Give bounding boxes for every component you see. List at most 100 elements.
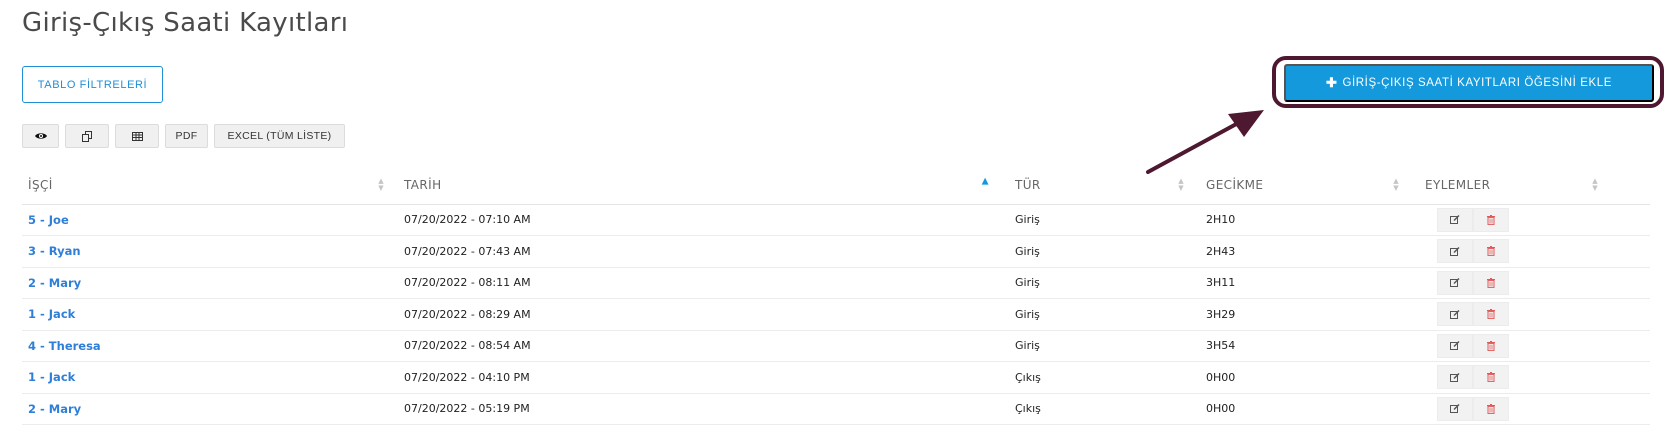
edit-icon xyxy=(1450,278,1460,288)
cell-delay: 0H00 xyxy=(1200,361,1419,394)
cell-type: Giriş xyxy=(1009,267,1200,299)
edit-icon xyxy=(1450,246,1460,256)
edit-button[interactable] xyxy=(1437,239,1473,264)
table-row: 5 - Joe 07/20/2022 - 07:10 AM Giriş 2H10 xyxy=(22,204,1650,236)
cell-worker: 1 - Jack xyxy=(22,361,398,394)
cell-delay: 2H10 xyxy=(1200,204,1419,236)
worker-link[interactable]: 2 - Mary xyxy=(28,402,81,416)
worker-link[interactable]: 1 - Jack xyxy=(28,307,75,321)
cell-worker: 4 - Theresa xyxy=(22,330,398,362)
cell-delay: 0H00 xyxy=(1200,393,1419,425)
cell-actions xyxy=(1419,204,1650,236)
trash-icon xyxy=(1487,214,1495,225)
eye-icon xyxy=(34,133,47,139)
delete-button[interactable] xyxy=(1473,396,1509,421)
cell-type: Giriş xyxy=(1009,204,1200,236)
delete-button[interactable] xyxy=(1473,239,1509,264)
cell-actions xyxy=(1419,235,1650,268)
trash-icon xyxy=(1487,277,1495,288)
edit-button[interactable] xyxy=(1437,396,1473,421)
cell-type: Çıkış xyxy=(1009,361,1200,394)
trash-icon xyxy=(1487,372,1495,383)
cell-worker: 2 - Mary xyxy=(22,393,398,425)
edit-icon xyxy=(1450,215,1460,225)
cell-date: 07/20/2022 - 08:29 AM xyxy=(398,298,1009,331)
delete-button[interactable] xyxy=(1473,270,1509,295)
edit-button[interactable] xyxy=(1437,333,1473,358)
cell-worker: 2 - Mary xyxy=(22,267,398,299)
edit-icon xyxy=(1450,309,1460,319)
sort-icon: ▲ ▼ xyxy=(1592,176,1598,192)
cell-date: 07/20/2022 - 07:10 AM xyxy=(398,204,1009,236)
column-visibility-button[interactable] xyxy=(22,124,59,148)
add-record-button[interactable]: ✚ GİRİŞ-ÇIKIŞ SAATİ KAYITLARI ÖĞESİNİ EK… xyxy=(1284,64,1654,102)
cell-worker: 3 - Ryan xyxy=(22,235,398,268)
cell-worker: 1 - Jack xyxy=(22,298,398,331)
column-header-delay-label: GECİKME xyxy=(1206,177,1264,192)
column-header-actions-label: EYLEMLER xyxy=(1425,177,1491,192)
cell-actions xyxy=(1419,361,1650,394)
cell-type: Giriş xyxy=(1009,235,1200,268)
worker-link[interactable]: 2 - Mary xyxy=(28,276,81,290)
trash-icon xyxy=(1487,246,1495,257)
records-table: İŞÇİ ▲ ▼ TARİH ▲ TÜR ▲ ▼ GECİKME ▲ ▼ EYLEML… xyxy=(22,166,1650,425)
delete-button[interactable] xyxy=(1473,333,1509,358)
page-title: Giriş-Çıkış Saati Kayıtları xyxy=(22,8,349,38)
sort-icon: ▲ ▼ xyxy=(1178,176,1184,192)
column-header-actions[interactable]: EYLEMLER ▲ ▼ xyxy=(1419,166,1650,205)
copy-button[interactable] xyxy=(65,124,109,148)
cell-date: 07/20/2022 - 04:10 PM xyxy=(398,361,1009,394)
edit-icon xyxy=(1450,372,1460,382)
csv-button[interactable] xyxy=(115,124,159,148)
cell-type: Giriş xyxy=(1009,298,1200,331)
cell-date: 07/20/2022 - 05:19 PM xyxy=(398,393,1009,425)
pdf-button[interactable]: PDF xyxy=(165,124,208,148)
copy-icon xyxy=(81,130,92,142)
cell-worker: 5 - Joe xyxy=(22,204,398,236)
cell-delay: 3H54 xyxy=(1200,330,1419,362)
cell-actions xyxy=(1419,267,1650,299)
table-row: 2 - Mary 07/20/2022 - 05:19 PM Çıkış 0H0… xyxy=(22,393,1650,425)
column-header-date-label: TARİH xyxy=(404,177,442,192)
cell-delay: 2H43 xyxy=(1200,235,1419,268)
cell-type: Çıkış xyxy=(1009,393,1200,425)
column-header-worker[interactable]: İŞÇİ ▲ ▼ xyxy=(22,166,398,205)
trash-icon xyxy=(1487,340,1495,351)
delete-button[interactable] xyxy=(1473,207,1509,232)
edit-icon xyxy=(1450,341,1460,351)
table-row: 1 - Jack 07/20/2022 - 04:10 PM Çıkış 0H0… xyxy=(22,361,1650,394)
table-row: 1 - Jack 07/20/2022 - 08:29 AM Giriş 3H2… xyxy=(22,298,1650,331)
edit-button[interactable] xyxy=(1437,302,1473,327)
sort-icon: ▲ ▼ xyxy=(1393,176,1399,192)
worker-link[interactable]: 4 - Theresa xyxy=(28,339,101,353)
plus-icon: ✚ xyxy=(1325,75,1338,90)
column-header-type[interactable]: TÜR ▲ ▼ xyxy=(1009,166,1200,205)
worker-link[interactable]: 5 - Joe xyxy=(28,213,69,227)
worker-link[interactable]: 1 - Jack xyxy=(28,370,75,384)
cell-date: 07/20/2022 - 08:54 AM xyxy=(398,330,1009,362)
table-header-row: İŞÇİ ▲ ▼ TARİH ▲ TÜR ▲ ▼ GECİKME ▲ ▼ EYLEML… xyxy=(22,166,1650,205)
trash-icon xyxy=(1487,309,1495,320)
column-header-worker-label: İŞÇİ xyxy=(28,177,53,192)
worker-link[interactable]: 3 - Ryan xyxy=(28,244,81,258)
cell-date: 07/20/2022 - 08:11 AM xyxy=(398,267,1009,299)
edit-button[interactable] xyxy=(1437,207,1473,232)
excel-button[interactable]: EXCEL (TÜM LİSTE) xyxy=(214,124,345,148)
export-toolbar: PDF EXCEL (TÜM LİSTE) xyxy=(22,124,345,148)
table-row: 2 - Mary 07/20/2022 - 08:11 AM Giriş 3H1… xyxy=(22,267,1650,299)
delete-button[interactable] xyxy=(1473,365,1509,390)
column-header-delay[interactable]: GECİKME ▲ ▼ xyxy=(1200,166,1419,205)
cell-type: Giriş xyxy=(1009,330,1200,362)
edit-button[interactable] xyxy=(1437,270,1473,295)
column-header-type-label: TÜR xyxy=(1015,177,1041,192)
add-record-label: GİRİŞ-ÇIKIŞ SAATİ KAYITLARI ÖĞESİNİ EKLE xyxy=(1342,77,1613,89)
cell-date: 07/20/2022 - 07:43 AM xyxy=(398,235,1009,268)
table-filters-button[interactable]: TABLO FİLTRELERİ xyxy=(22,66,163,103)
cell-delay: 3H11 xyxy=(1200,267,1419,299)
cell-actions xyxy=(1419,393,1650,425)
edit-button[interactable] xyxy=(1437,365,1473,390)
delete-button[interactable] xyxy=(1473,302,1509,327)
table-row: 3 - Ryan 07/20/2022 - 07:43 AM Giriş 2H4… xyxy=(22,235,1650,268)
column-header-date[interactable]: TARİH ▲ xyxy=(398,166,1009,205)
edit-icon xyxy=(1450,404,1460,414)
